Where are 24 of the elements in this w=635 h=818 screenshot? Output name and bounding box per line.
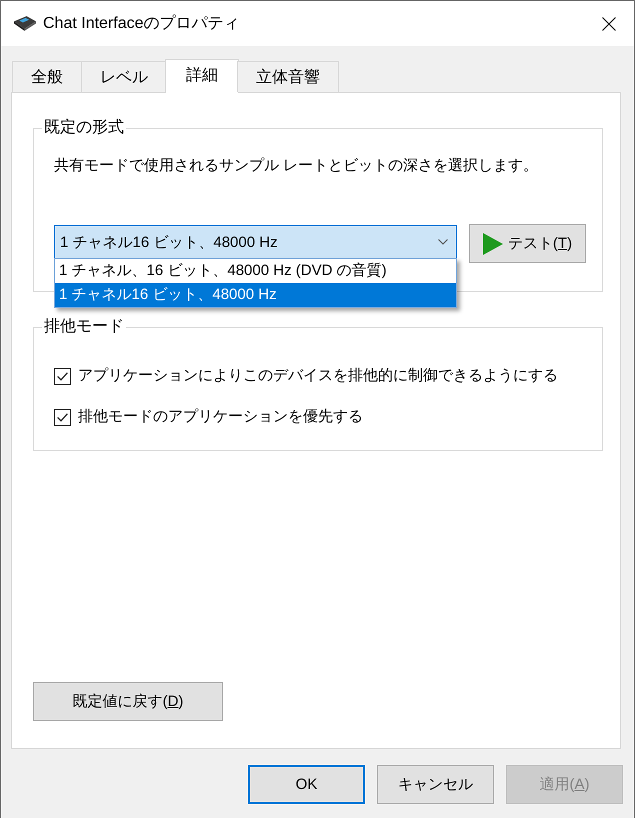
test-button[interactable]: テスト(T) bbox=[469, 224, 586, 263]
checkbox-label: 排他モードのアプリケーションを優先する bbox=[78, 407, 363, 427]
play-icon bbox=[482, 232, 503, 254]
group-title: 既定の形式 bbox=[43, 118, 125, 138]
telephone-icon bbox=[14, 16, 36, 31]
description-text: 共有モードで使用されるサンプル レートとビットの深さを選択します。 bbox=[54, 156, 540, 176]
checkbox-label: アプリケーションによりこのデバイスを排他的に制御できるようにする bbox=[78, 366, 558, 386]
checkmark-icon bbox=[57, 412, 68, 422]
restore-defaults-button[interactable]: 既定値に戻す(D) bbox=[33, 682, 223, 721]
window-title: Chat Interfaceのプロパティ bbox=[43, 14, 240, 34]
tab[interactable]: 立体音響 bbox=[237, 61, 339, 92]
tab[interactable]: 詳細 bbox=[165, 59, 239, 93]
dialog-button[interactable]: キャンセル bbox=[377, 765, 494, 804]
chevron-down-icon bbox=[438, 239, 448, 245]
checkbox[interactable] bbox=[54, 408, 71, 426]
close-icon bbox=[602, 16, 616, 30]
checkmark-icon bbox=[57, 372, 68, 380]
format-dropdown[interactable]: 1 チャネル16 ビット、48000 Hz bbox=[54, 225, 457, 259]
group-title: 排他モード bbox=[43, 317, 125, 337]
dropdown-option[interactable]: 1 チャネル16 ビット、48000 Hz bbox=[55, 283, 456, 307]
dropdown-option[interactable]: 1 チャネル、16 ビット、48000 Hz (DVD の音質) bbox=[55, 259, 456, 283]
tab[interactable]: 全般 bbox=[12, 61, 82, 92]
checkbox[interactable] bbox=[54, 368, 71, 384]
dialog-button[interactable]: OK bbox=[248, 765, 365, 804]
